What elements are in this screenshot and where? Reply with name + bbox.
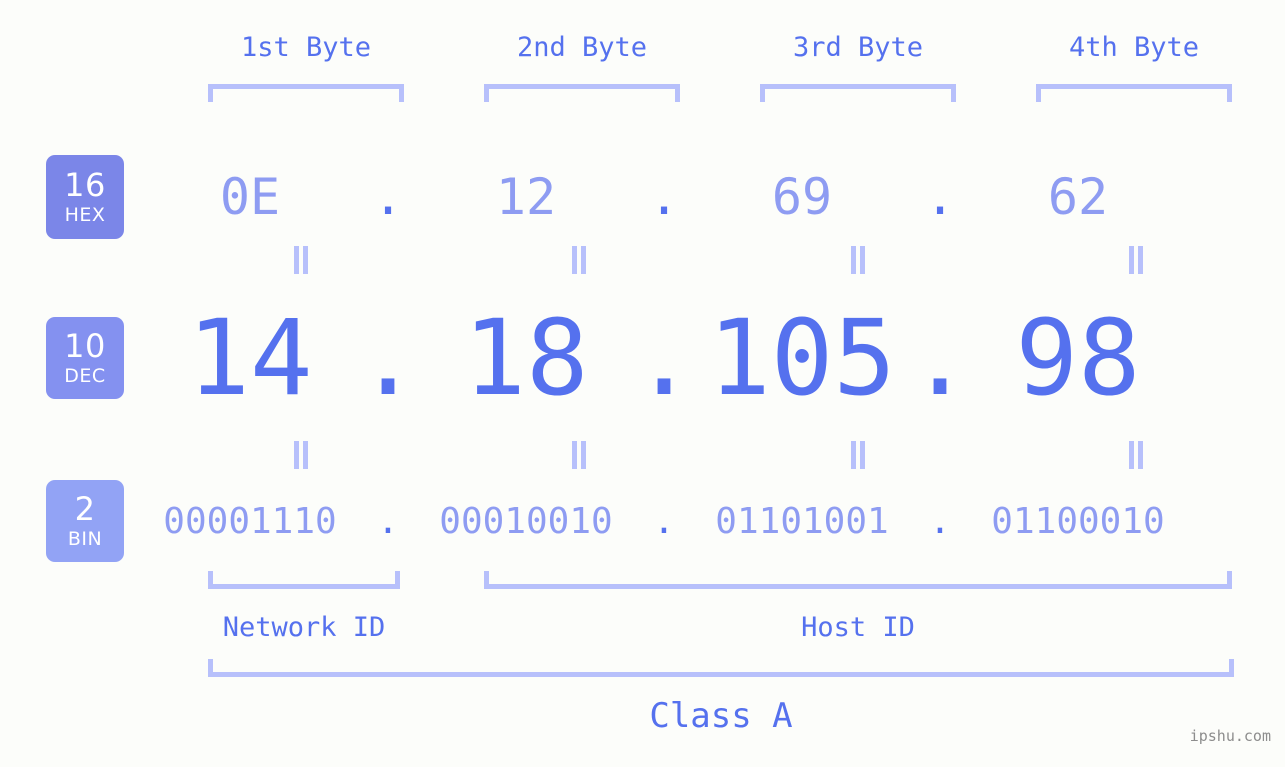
equality-mark-dec-bin-4 (1127, 441, 1145, 469)
equality-mark-dec-bin-3 (849, 441, 867, 469)
bin-octet-1: 00001110 (163, 500, 337, 542)
hex-octet-1: 0E (219, 168, 281, 226)
equality-mark-hex-dec-1 (292, 246, 310, 274)
dec-separator-3: . (908, 297, 972, 419)
hex-separator-1: . (372, 168, 404, 226)
dec-separator-2: . (632, 297, 696, 419)
base-badge-bin: 2 BIN (46, 480, 124, 562)
network-id-bracket (208, 571, 400, 589)
byte-bracket-2 (484, 84, 680, 102)
bin-separator-2: . (653, 500, 675, 542)
byte-header-1: 1st Byte (240, 32, 372, 63)
dec-separator-1: . (356, 297, 420, 419)
byte-header-4: 4th Byte (1068, 32, 1200, 63)
site-watermark: ipshu.com (1189, 727, 1271, 745)
dec-octet-3: 105 (708, 297, 896, 419)
bin-octet-4: 01100010 (991, 500, 1165, 542)
dec-octet-1: 14 (187, 297, 313, 419)
bin-octet-3: 01101001 (715, 500, 889, 542)
base-badge-hex-number: 16 (64, 166, 106, 204)
host-id-bracket (484, 571, 1232, 589)
base-badge-dec-name: DEC (64, 365, 106, 387)
bin-octet-2: 00010010 (439, 500, 613, 542)
equality-mark-dec-bin-2 (570, 441, 588, 469)
bin-separator-3: . (929, 500, 951, 542)
hex-separator-2: . (648, 168, 680, 226)
base-badge-dec-number: 10 (64, 327, 106, 365)
dec-octet-4: 98 (1015, 297, 1141, 419)
byte-bracket-1 (208, 84, 404, 102)
hex-value-row: 0E . 12 . 69 . 62 (150, 155, 1260, 239)
hex-octet-2: 12 (495, 168, 557, 226)
base-badge-hex-name: HEX (64, 204, 106, 226)
hex-separator-3: . (924, 168, 956, 226)
class-label: Class A (649, 696, 793, 736)
host-id-label: Host ID (801, 612, 915, 643)
equality-mark-hex-dec-3 (849, 246, 867, 274)
ip-address-breakdown-diagram: 1st Byte 2nd Byte 3rd Byte 4th Byte 16 H… (0, 0, 1285, 767)
class-bracket (208, 659, 1234, 677)
byte-bracket-3 (760, 84, 956, 102)
base-badge-bin-name: BIN (67, 528, 103, 550)
byte-header-2: 2nd Byte (516, 32, 648, 63)
bin-separator-1: . (377, 500, 399, 542)
base-badge-bin-number: 2 (74, 490, 96, 528)
equality-mark-hex-dec-2 (570, 246, 588, 274)
dec-octet-2: 18 (463, 297, 589, 419)
hex-octet-3: 69 (771, 168, 833, 226)
dec-value-row: 14 . 18 . 105 . 98 (150, 297, 1260, 419)
base-badge-dec: 10 DEC (46, 317, 124, 399)
bin-value-row: 00001110 . 00010010 . 01101001 . 0110001… (150, 487, 1260, 555)
equality-mark-hex-dec-4 (1127, 246, 1145, 274)
network-id-label: Network ID (222, 612, 386, 643)
byte-header-3: 3rd Byte (792, 32, 924, 63)
base-badge-hex: 16 HEX (46, 155, 124, 239)
hex-octet-4: 62 (1047, 168, 1109, 226)
equality-mark-dec-bin-1 (292, 441, 310, 469)
byte-bracket-4 (1036, 84, 1232, 102)
